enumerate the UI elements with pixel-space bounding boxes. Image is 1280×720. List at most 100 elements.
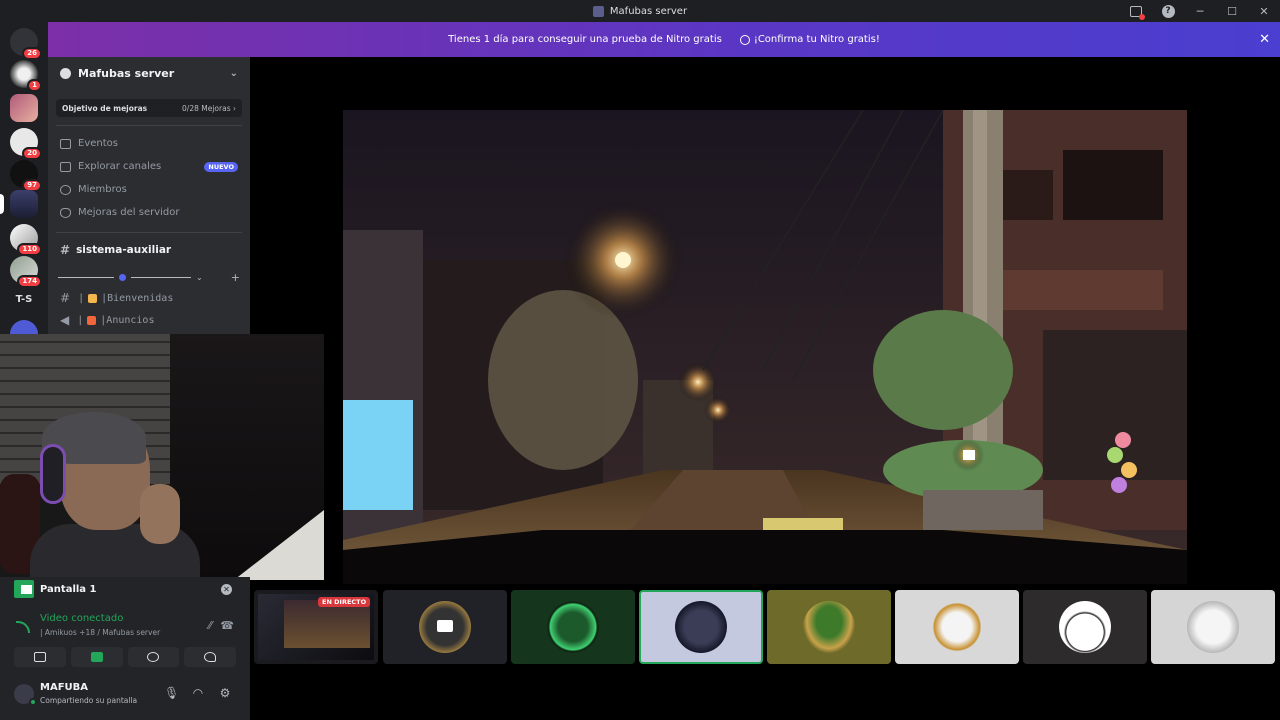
gear-icon[interactable]: ⚙ [218, 686, 232, 700]
avatar [1187, 601, 1239, 653]
toggle-screen-share-button[interactable] [70, 647, 123, 667]
activities-button[interactable] [127, 647, 180, 667]
voice-actions [14, 647, 236, 667]
category-icon [119, 273, 126, 281]
calendar-icon [60, 138, 71, 149]
night-street-video [343, 110, 1187, 584]
close-window-button[interactable]: ✕ [1248, 0, 1280, 22]
boost-label: Objetivo de mejoras [62, 103, 148, 113]
server-name: Mafubas server [78, 66, 175, 80]
members-icon [60, 184, 71, 195]
maximize-button[interactable]: ☐ [1216, 0, 1248, 22]
camera-off-icon [33, 652, 46, 662]
avatar [547, 601, 599, 653]
guild-icon[interactable] [10, 94, 38, 122]
home-button[interactable]: 26 [10, 28, 42, 60]
guild-icon[interactable]: 174 [10, 256, 42, 288]
tile-participant[interactable] [767, 590, 891, 664]
soundboard-button[interactable] [184, 647, 236, 667]
voice-panel: Pantalla 1 ✕ Video conectado | Amikuos +… [0, 577, 250, 720]
channel-prefix: | [77, 314, 84, 326]
banner-message: Tienes 1 día para conseguir una prueba d… [448, 34, 722, 45]
tile-participant-speaking[interactable] [639, 590, 763, 664]
nav-members[interactable]: Miembros [48, 178, 250, 201]
tile-participant[interactable] [511, 590, 635, 664]
voice-connection: Video conectado | Amikuos +18 / Mafubas … [0, 611, 250, 643]
guild-icon[interactable]: 20 [10, 128, 42, 160]
toggle-camera-button[interactable] [14, 647, 66, 667]
hash-icon: # [60, 243, 71, 257]
mention-badge: 20 [22, 147, 42, 160]
webcam-overlay[interactable] [0, 334, 324, 580]
create-channel-button[interactable]: + [231, 271, 240, 284]
window-title: Mafubas server [609, 5, 688, 17]
voice-status[interactable]: Video conectado [40, 613, 123, 624]
avatar [1059, 601, 1111, 653]
nav-label: Eventos [78, 138, 118, 149]
user-status: Compartiendo su pantalla [40, 696, 138, 705]
screen-share-icon [90, 652, 103, 662]
cta-label: ¡Confirma tu Nitro gratis! [753, 34, 880, 45]
guild-mafubas[interactable] [0, 190, 38, 218]
signal-icon[interactable] [16, 621, 30, 633]
tile-participant[interactable] [895, 590, 1019, 664]
nav-browse-channels[interactable]: Explorar canales NUEVO [48, 155, 250, 178]
boost-icon [60, 207, 71, 218]
tile-participant[interactable] [1151, 590, 1275, 664]
channel-name: sistema-auxiliar [76, 244, 172, 256]
nav-label: Mejoras del servidor [78, 207, 180, 218]
online-status-icon [29, 698, 37, 706]
tile-stream-preview[interactable]: EN DIRECTO [254, 590, 378, 664]
inbox-icon [1130, 5, 1145, 20]
live-badge: EN DIRECTO [318, 597, 371, 607]
browse-icon [60, 161, 71, 172]
tile-participant[interactable] [383, 590, 507, 664]
selected-indicator [0, 194, 4, 214]
mention-badge: 26 [22, 47, 42, 60]
server-icon [592, 5, 604, 17]
guild-ts[interactable]: T-S [10, 285, 38, 313]
channel-sistema-auxiliar[interactable]: # sistema-auxiliar [48, 237, 250, 263]
help-button[interactable]: ? [1152, 0, 1184, 22]
video-camera-icon [437, 620, 453, 632]
stop-share-button[interactable]: ✕ [221, 583, 232, 595]
nitro-cta-link[interactable]: ¡Confirma tu Nitro gratis! [739, 34, 880, 45]
guild-icon[interactable]: 110 [10, 224, 42, 256]
noise-suppression-icon[interactable]: ⁄⁄ [208, 619, 212, 632]
activities-icon [147, 652, 160, 662]
inbox-button[interactable] [1120, 0, 1152, 22]
server-header[interactable]: Mafubas server ⌄ [48, 57, 250, 89]
close-banner-button[interactable]: ✕ [1259, 32, 1270, 47]
boost-goal[interactable]: Objetivo de mejoras 0/28 Mejoras › [56, 99, 242, 117]
channel-name: Bienvenidas [107, 292, 174, 304]
screen-share-row[interactable]: Pantalla 1 ✕ [0, 577, 250, 601]
avatar [931, 601, 983, 653]
channel-name: Anuncios [106, 314, 155, 326]
fire-emoji-icon [87, 315, 97, 325]
participant-strip: EN DIRECTO [254, 590, 1280, 666]
nitro-banner: Tienes 1 día para conseguir una prueba d… [48, 22, 1280, 57]
disconnect-icon[interactable]: ☎ [220, 619, 234, 632]
screen-share-stream[interactable] [343, 110, 1187, 584]
divider [56, 232, 242, 233]
mention-badge: 1 [27, 79, 42, 92]
hash-icon: # [60, 291, 71, 305]
channel-bienvenidas[interactable]: # | | Bienvenidas [48, 287, 250, 309]
voice-channel[interactable]: | Amikuos +18 / Mafubas server [40, 628, 160, 637]
server-badge-icon [60, 67, 71, 79]
channel-anuncios[interactable]: ◀ | | Anuncios [48, 309, 250, 331]
guild-icon[interactable]: 97 [10, 160, 42, 192]
username[interactable]: MAFUBA [40, 682, 88, 693]
tile-participant[interactable] [1023, 590, 1147, 664]
category-divider: ⌄ + [48, 267, 250, 287]
headphones-icon[interactable]: ◠ [191, 686, 205, 700]
mention-badge: 110 [17, 243, 42, 256]
microphone-icon[interactable]: 🎙︎ [164, 686, 179, 700]
guild-icon[interactable]: 1 [10, 60, 42, 92]
nav-events[interactable]: Eventos [48, 132, 250, 155]
avatar [675, 601, 727, 653]
minimize-button[interactable]: ─ [1184, 0, 1216, 22]
nav-server-boosts[interactable]: Mejoras del servidor [48, 201, 250, 224]
user-area: MAFUBA Compartiendo su pantalla 🎙︎ ◠ ⚙ [0, 676, 250, 720]
chevron-down-icon: ⌄ [229, 67, 238, 79]
